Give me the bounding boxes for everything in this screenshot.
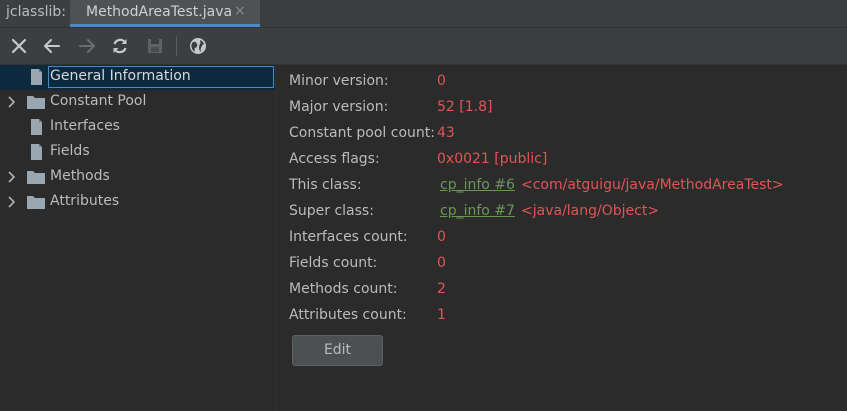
access-flags-label: Access flags:: [289, 151, 380, 167]
tab-label: MethodAreaTest.java: [86, 4, 233, 20]
super-class-label: Super class:: [289, 203, 374, 219]
tab-methodareatest[interactable]: MethodAreaTest.java ×: [70, 0, 260, 27]
editor-tab-bar: jclasslib: MethodAreaTest.java ×: [0, 0, 847, 28]
back-arrow-icon: [44, 39, 60, 53]
access-flags-row: Access flags: 0x0021 [public]: [289, 149, 847, 171]
close-button[interactable]: [9, 36, 29, 56]
tree-item-label: Fields: [50, 143, 90, 159]
tree-item-interfaces[interactable]: Interfaces: [0, 115, 275, 140]
back-button[interactable]: [42, 36, 62, 56]
toolbar: [0, 28, 847, 65]
fields-count-row: Fields count: 0: [289, 253, 847, 275]
structure-tree: General Information Constant Pool Interf…: [0, 65, 276, 411]
active-tab-indicator: [70, 24, 260, 27]
minor-version-label: Minor version:: [289, 73, 389, 89]
major-version-row: Major version: 52 [1.8]: [289, 97, 847, 119]
folder-icon: [27, 96, 45, 109]
attributes-count-label: Attributes count:: [289, 307, 407, 323]
this-class-value: <com/atguigu/java/MethodAreaTest>: [521, 177, 784, 193]
super-class-cp-link[interactable]: cp_info #7: [440, 203, 515, 219]
minor-version-value: 0: [437, 73, 446, 89]
close-icon: [11, 38, 27, 54]
attributes-count-row: Attributes count: 1: [289, 305, 847, 327]
major-version-label: Major version:: [289, 99, 389, 115]
methods-count-label: Methods count:: [289, 281, 398, 297]
save-button[interactable]: [145, 36, 165, 56]
fields-count-value: 0: [437, 255, 446, 271]
chevron-right-icon[interactable]: [6, 193, 18, 211]
tree-item-methods[interactable]: Methods: [0, 165, 275, 190]
folder-icon: [27, 171, 45, 184]
constant-pool-count-row: Constant pool count: 43: [289, 123, 847, 145]
toolbar-separator: [176, 36, 177, 56]
constant-pool-count-label: Constant pool count:: [289, 125, 435, 141]
forward-button[interactable]: [77, 36, 97, 56]
save-icon: [148, 39, 162, 53]
interfaces-count-row: Interfaces count: 0: [289, 227, 847, 249]
tree-item-attributes[interactable]: Attributes: [0, 190, 275, 215]
tree-item-label: Methods: [50, 168, 110, 184]
access-flags-value: 0x0021 [public]: [437, 151, 548, 167]
methods-count-row: Methods count: 2: [289, 279, 847, 301]
browser-button[interactable]: [188, 36, 208, 56]
methods-count-value: 2: [437, 281, 446, 297]
super-class-value: <java/lang/Object>: [521, 203, 660, 219]
this-class-cp-link[interactable]: cp_info #6: [440, 177, 515, 193]
this-class-row: This class: cp_info #6 <com/atguigu/java…: [289, 175, 847, 197]
refresh-icon: [113, 38, 127, 54]
super-class-row: Super class: cp_info #7 <java/lang/Objec…: [289, 201, 847, 223]
file-icon: [31, 144, 42, 160]
fields-count-label: Fields count:: [289, 255, 378, 271]
this-class-label: This class:: [289, 177, 362, 193]
forward-arrow-icon: [79, 39, 95, 53]
major-version-value: 52 [1.8]: [437, 99, 493, 115]
tree-item-label: Interfaces: [50, 118, 120, 134]
chevron-right-icon[interactable]: [6, 93, 18, 111]
interfaces-count-value: 0: [437, 229, 446, 245]
interfaces-count-label: Interfaces count:: [289, 229, 408, 245]
globe-icon: [190, 38, 206, 54]
folder-icon: [27, 196, 45, 209]
minor-version-row: Minor version: 0: [289, 71, 847, 93]
refresh-button[interactable]: [110, 36, 130, 56]
attributes-count-value: 1: [437, 307, 446, 323]
chevron-right-icon[interactable]: [6, 168, 18, 186]
file-icon: [31, 69, 42, 85]
constant-pool-count-value: 43: [437, 125, 455, 141]
tree-item-constant-pool[interactable]: Constant Pool: [0, 90, 275, 115]
tab-close-icon[interactable]: ×: [234, 3, 246, 19]
tree-item-label: Attributes: [50, 193, 120, 209]
tree-item-label: Constant Pool: [50, 93, 147, 109]
tree-item-fields[interactable]: Fields: [0, 140, 275, 165]
tree-item-general-information[interactable]: General Information: [0, 65, 275, 90]
edit-button[interactable]: Edit: [292, 335, 383, 366]
file-icon: [31, 119, 42, 135]
tree-item-label: General Information: [50, 68, 191, 84]
tab-bar-prefix: jclasslib:: [6, 4, 67, 20]
